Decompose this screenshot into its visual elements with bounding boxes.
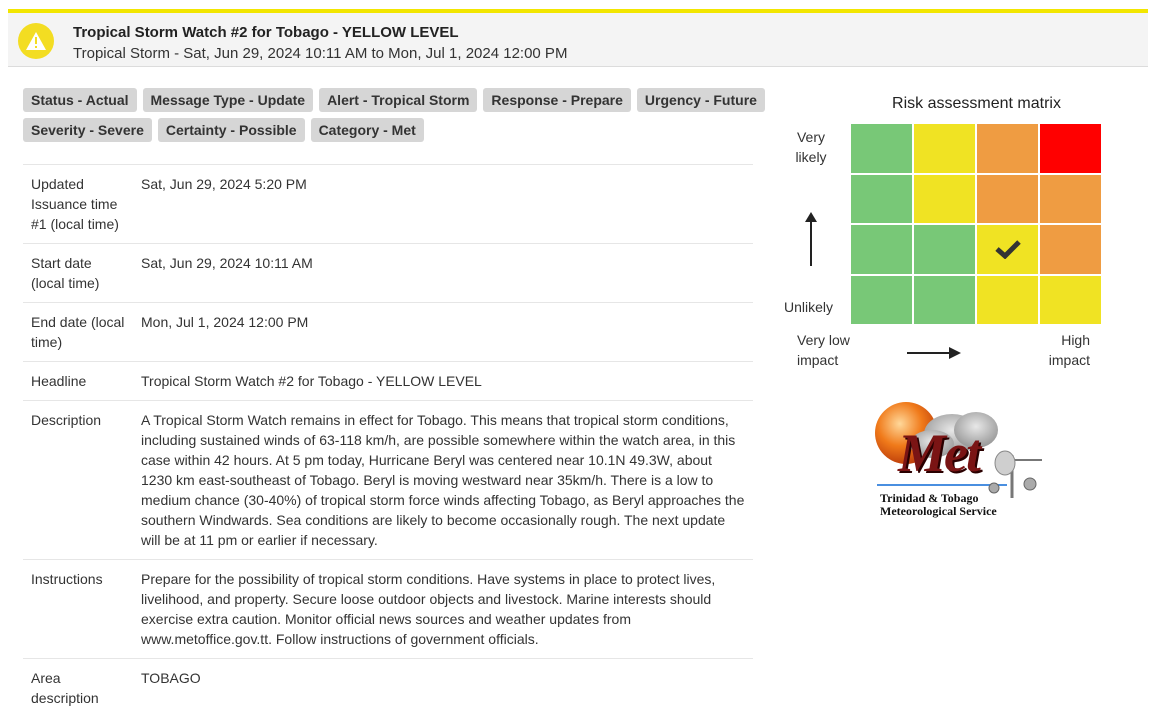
alert-subtitle: Tropical Storm - Sat, Jun 29, 2024 10:11…: [73, 45, 567, 62]
impact-low-label: Very low impact: [797, 330, 853, 370]
detail-value: Prepare for the possibility of tropical …: [133, 560, 753, 659]
alert-tag: Certainty - Possible: [158, 118, 305, 142]
arrow-up-icon: [801, 210, 821, 268]
detail-value: Mon, Jul 1, 2024 12:00 PM: [133, 303, 753, 362]
risk-cell: [914, 124, 975, 173]
alert-details-table: Updated Issuance time #1 (local time)Sat…: [23, 164, 753, 717]
risk-cell: [977, 175, 1038, 224]
alert-header: Tropical Storm Watch #2 for Tobago - YEL…: [8, 9, 1148, 67]
alert-tag: Urgency - Future: [637, 88, 765, 112]
alert-tag: Alert - Tropical Storm: [319, 88, 477, 112]
alert-title: Tropical Storm Watch #2 for Tobago - YEL…: [73, 24, 459, 41]
detail-label: Headline: [23, 362, 133, 401]
impact-high-label: High impact: [1040, 330, 1090, 370]
detail-label: Description: [23, 401, 133, 560]
detail-value: TOBAGO: [133, 659, 753, 717]
met-logo-wordmark: Met: [898, 422, 979, 484]
met-service-logo: Met Trinidad & Tobago Meteorological Ser…: [872, 400, 1047, 522]
tag-row: Status - ActualMessage Type - UpdateAler…: [23, 88, 753, 112]
warning-icon: [18, 23, 54, 59]
risk-cell: [914, 225, 975, 274]
detail-label: Area description: [23, 659, 133, 717]
detail-row: Area descriptionTOBAGO: [23, 659, 753, 717]
arrow-right-icon: [905, 343, 963, 363]
detail-value: Sat, Jun 29, 2024 10:11 AM: [133, 244, 753, 303]
risk-cell: [851, 276, 912, 325]
alert-tags: Status - ActualMessage Type - UpdateAler…: [23, 88, 753, 148]
risk-cell: [914, 276, 975, 325]
detail-value: A Tropical Storm Watch remains in effect…: [133, 401, 753, 560]
detail-row: Updated Issuance time #1 (local time)Sat…: [23, 165, 753, 244]
alert-tag: Status - Actual: [23, 88, 137, 112]
detail-value: Tropical Storm Watch #2 for Tobago - YEL…: [133, 362, 753, 401]
alert-tag: Message Type - Update: [143, 88, 314, 112]
detail-label: Start date (local time): [23, 244, 133, 303]
alert-tag: Response - Prepare: [483, 88, 631, 112]
detail-value: Sat, Jun 29, 2024 5:20 PM: [133, 165, 753, 244]
risk-matrix-title: Risk assessment matrix: [852, 95, 1101, 113]
detail-row: End date (local time)Mon, Jul 1, 2024 12…: [23, 303, 753, 362]
likelihood-low-label: Unlikely: [784, 297, 833, 317]
risk-cell: [977, 276, 1038, 325]
risk-cell: [1040, 225, 1101, 274]
risk-cell: [914, 175, 975, 224]
detail-row: Start date (local time)Sat, Jun 29, 2024…: [23, 244, 753, 303]
risk-cell: [1040, 175, 1101, 224]
detail-label: Updated Issuance time #1 (local time): [23, 165, 133, 244]
risk-cell: [977, 124, 1038, 173]
detail-row: InstructionsPrepare for the possibility …: [23, 560, 753, 659]
risk-cell: [851, 124, 912, 173]
detail-row: DescriptionA Tropical Storm Watch remain…: [23, 401, 753, 560]
alert-tag: Category - Met: [311, 118, 424, 142]
risk-cell: [1040, 276, 1101, 325]
risk-cell: [1040, 124, 1101, 173]
risk-matrix-grid: [851, 124, 1101, 324]
likelihood-high-label: Very likely: [790, 127, 832, 167]
risk-cell: [851, 175, 912, 224]
alert-tag: Severity - Severe: [23, 118, 152, 142]
risk-cell: [851, 225, 912, 274]
check-icon: [995, 239, 1021, 259]
detail-label: Instructions: [23, 560, 133, 659]
logo-line-2: Meteorological Service: [880, 504, 997, 519]
risk-cell: [977, 225, 1038, 274]
detail-row: HeadlineTropical Storm Watch #2 for Toba…: [23, 362, 753, 401]
tag-row: Severity - SevereCertainty - PossibleCat…: [23, 118, 753, 142]
detail-label: End date (local time): [23, 303, 133, 362]
